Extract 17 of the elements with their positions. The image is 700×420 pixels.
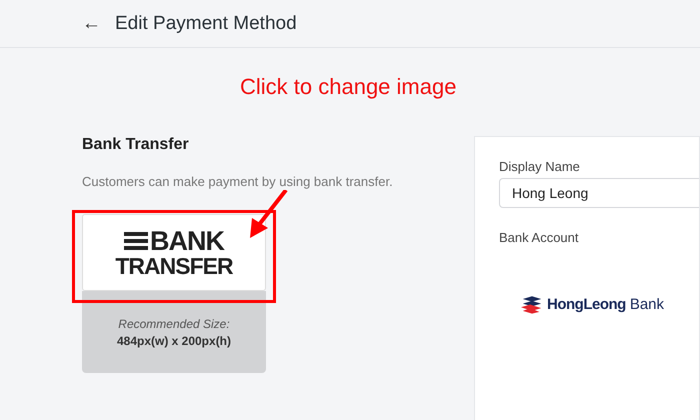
display-name-field[interactable]: Hong Leong: [499, 178, 699, 208]
size-hint-value: 484px(w) x 200px(h): [116, 334, 232, 348]
logo-text: BANK: [150, 228, 224, 254]
size-hint-label: Recommended Size:: [118, 316, 230, 330]
bank-logo-text: Bank: [630, 296, 664, 313]
field-label: Bank Account: [499, 230, 580, 245]
back-button[interactable]: ←: [82, 12, 101, 34]
menu-bars-icon: [124, 231, 148, 251]
logo-upload-image[interactable]: BANK TRANSFER: [82, 214, 266, 291]
method-title: Bank Transfer: [82, 136, 190, 154]
method-description: Customers can make payment by using bank transfer.: [82, 174, 394, 189]
bank-logo-text: HongLeong: [547, 296, 626, 313]
page-title: Edit Payment Method: [115, 12, 297, 34]
field-label: Display Name: [499, 159, 581, 174]
bank-logo-icon: [521, 295, 543, 314]
logo-text: TRANSFER: [115, 254, 233, 278]
annotation-text: Click to change image: [240, 74, 456, 100]
